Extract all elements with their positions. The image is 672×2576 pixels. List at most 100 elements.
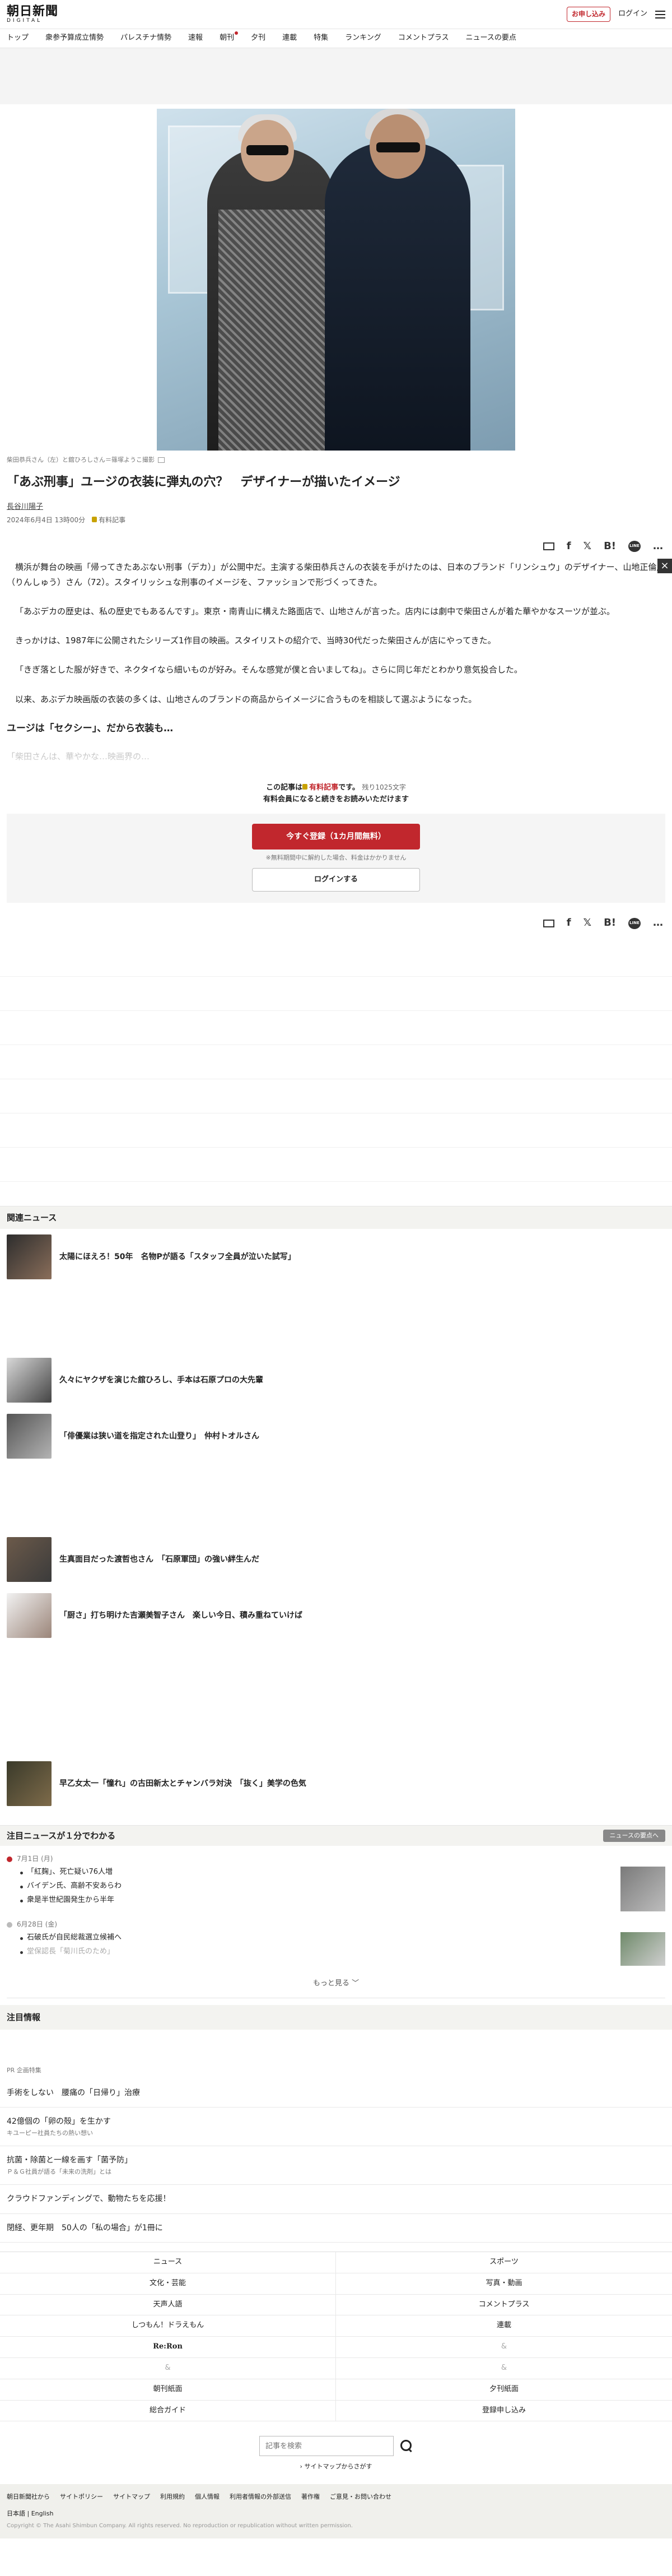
- related-thumbnail: [7, 1414, 52, 1459]
- pr-item[interactable]: クラウドファンディングで、動物たちを応援！: [0, 2185, 672, 2214]
- mail-share-icon[interactable]: [543, 542, 554, 550]
- related-news-item[interactable]: 「俳優業は狭い道を指定された山登り」 仲村トオルさん: [0, 1408, 672, 1464]
- footer-link-morning-paper[interactable]: 朝刊紙面: [0, 2379, 336, 2401]
- footer-link-reron[interactable]: Re:Ron: [0, 2337, 336, 2358]
- facebook-share-icon[interactable]: f: [567, 915, 571, 931]
- lock-icon: [302, 784, 308, 790]
- related-thumbnail: [7, 1234, 52, 1280]
- footer-link[interactable]: しつもん！ドラえもん: [0, 2315, 336, 2337]
- footer-link[interactable]: 連載: [336, 2315, 672, 2337]
- footer-link-and[interactable]: &: [0, 2357, 336, 2379]
- digest-item[interactable]: 堂保認長「菊川氏のため」: [20, 1946, 122, 1958]
- nav-item-breaking[interactable]: 速報: [188, 33, 203, 44]
- footer-link[interactable]: スポーツ: [336, 2252, 672, 2273]
- footer-search: [0, 2421, 672, 2462]
- new-dot-icon: [235, 31, 239, 35]
- register-button[interactable]: 今すぐ登録（1カ月間無料）: [252, 823, 420, 850]
- footer-link[interactable]: 写真・動画: [336, 2273, 672, 2295]
- nav-item-features[interactable]: 特集: [314, 33, 328, 44]
- past-dot-icon: [7, 1921, 12, 1928]
- footer-bottom-link[interactable]: サイトポリシー: [60, 2492, 103, 2502]
- hatena-share-icon[interactable]: B!: [604, 539, 616, 555]
- more-share-icon[interactable]: …: [653, 539, 663, 555]
- footer-bottom-link[interactable]: 個人情報: [195, 2492, 220, 2502]
- mail-share-icon[interactable]: [543, 919, 554, 927]
- footer-link-guide[interactable]: 総合ガイド: [0, 2400, 336, 2422]
- footer-link-evening-paper[interactable]: 夕刊紙面: [336, 2379, 672, 2401]
- footer-link[interactable]: 天声人語: [0, 2294, 336, 2316]
- pr-item[interactable]: 抗菌・除菌と一線を画す「菌予防」 Ｐ＆Ｇ社員が語る「未来の洗剤」とは: [0, 2146, 672, 2185]
- related-news-item[interactable]: 久々にヤクザを演じた舘ひろし、手本は石原プロの大先輩: [0, 1352, 672, 1408]
- nav-item-top[interactable]: トップ: [7, 33, 29, 44]
- nav-item-news-points[interactable]: ニュースの要点: [466, 33, 516, 44]
- related-news-item[interactable]: 「厨さ」打ち明けた吉瀬美智子さん 楽しい今日、積み重ねていけば: [0, 1588, 672, 1644]
- nav-item-evening[interactable]: 夕刊: [251, 33, 265, 44]
- line-share-icon[interactable]: LINE: [628, 917, 641, 929]
- search-input[interactable]: [259, 2436, 394, 2457]
- footer-link-and[interactable]: &: [336, 2358, 672, 2379]
- footer-bottom-link[interactable]: サイトマップ: [113, 2492, 150, 2502]
- article-paragraph: 「あぶデカの歴史は、私の歴史でもあるんです」。東京・南青山に構えた路面店で、山地…: [15, 606, 615, 616]
- paywall-actions: 今すぐ登録（1カ月間無料） ※無料期間中に解約した場合、料金はかかりません ログ…: [7, 813, 665, 903]
- related-news-item[interactable]: 早乙女太一「憧れ」の古田新太とチャンバラ対決 「抜く」美学の色気: [0, 1756, 672, 1812]
- digest-item[interactable]: 石破氏が自民総裁選立候補へ: [20, 1932, 122, 1944]
- digest-item[interactable]: 衆是半世紀園発生から半年: [20, 1895, 122, 1906]
- footer-link-and[interactable]: &: [336, 2337, 672, 2358]
- digest-heading: 注目ニュースが１分でわかる: [7, 1831, 116, 1841]
- login-link[interactable]: ログイン: [618, 8, 647, 20]
- footer-bottom-link[interactable]: 朝日新聞社から: [7, 2492, 50, 2502]
- news-points-button[interactable]: ニュースの要点へ: [603, 1830, 665, 1842]
- site-logo[interactable]: 朝日新聞 DIGITAL: [7, 5, 58, 24]
- author-link[interactable]: 長谷川陽子: [7, 503, 43, 511]
- share-bar-top: f 𝕏 B! LINE …: [7, 539, 665, 555]
- hatena-share-icon[interactable]: B!: [604, 915, 616, 931]
- more-button[interactable]: もっと見る ﹀: [7, 1974, 665, 1999]
- digest-day: 石破氏が自民総裁選立候補へ 堂保認長「菊川氏のため」: [7, 1932, 665, 1966]
- site-header: 朝日新聞 DIGITAL お申し込み ログイン: [0, 0, 672, 29]
- apply-button[interactable]: お申し込み: [566, 6, 610, 22]
- nav-item-ranking[interactable]: ランキング: [345, 33, 381, 44]
- footer-bottom-link[interactable]: 利用者情報の外部送信: [230, 2492, 291, 2502]
- footer-link[interactable]: 文化・芸能: [0, 2273, 336, 2295]
- footer-link-register[interactable]: 登録申し込み: [336, 2401, 672, 2422]
- footer-bottom-link[interactable]: 著作権: [301, 2492, 320, 2502]
- footer-link[interactable]: コメントプラス: [336, 2295, 672, 2316]
- facebook-share-icon[interactable]: f: [567, 539, 571, 555]
- top-ad-slot: [0, 48, 672, 104]
- gallery-icon[interactable]: [158, 457, 165, 463]
- pr-item[interactable]: 42億個の「卵の殻」を生かす キユーピー社員たちの熱い想い: [0, 2108, 672, 2147]
- ad-spacer: [0, 1644, 672, 1756]
- search-icon[interactable]: [400, 2440, 413, 2452]
- footer-bottom-link[interactable]: ご意見・お問い合わせ: [330, 2492, 391, 2502]
- digest-item[interactable]: 「紅麹」、死亡疑い76人増: [20, 1867, 122, 1878]
- digest-thumbnail[interactable]: [620, 1932, 665, 1966]
- footer-nav-grid: ニュース スポーツ 文化・芸能 写真・動画 天声人語 コメントプラス しつもん！…: [0, 2251, 672, 2422]
- nav-item-election[interactable]: 衆参予算成立情勢: [45, 33, 104, 44]
- digest-item[interactable]: バイデン氏、高齢不安あらわ: [20, 1881, 122, 1892]
- x-share-icon[interactable]: 𝕏: [584, 539, 592, 555]
- related-news-item[interactable]: 太陽にほえろ！50年 名物Pが語る「スタッフ全員が泣いた試写」: [0, 1229, 672, 1285]
- more-share-icon[interactable]: …: [653, 915, 663, 931]
- line-share-icon[interactable]: LINE: [628, 540, 641, 552]
- nav-item-morning[interactable]: 朝刊: [220, 31, 239, 44]
- sitemap-link[interactable]: › サイトマップからさがす: [0, 2462, 672, 2484]
- x-share-icon[interactable]: 𝕏: [584, 915, 592, 931]
- hero-photo[interactable]: [157, 109, 515, 451]
- article-paragraph: きっかけは、1987年に公開されたシリーズ1作目の映画。スタイリストの紹介で、当…: [15, 635, 496, 646]
- article-meta: 2024年6月4日 13時00分 有料記事: [7, 515, 665, 526]
- related-news-item[interactable]: 生真面目だった渡哲也さん 「石原軍団」の強い絆生んだ: [0, 1531, 672, 1588]
- digest-heading-bar: 注目ニュースが１分でわかる ニュースの要点へ: [0, 1825, 672, 1846]
- nav-item-comment-plus[interactable]: コメントプラス: [398, 33, 449, 44]
- digest-thumbnail[interactable]: [620, 1867, 665, 1912]
- hamburger-menu-icon[interactable]: [655, 10, 665, 18]
- paywall-login-button[interactable]: ログインする: [252, 868, 420, 892]
- close-icon[interactable]: ×: [657, 559, 672, 573]
- footer-bottom-link[interactable]: 利用規約: [160, 2492, 185, 2502]
- footer-link[interactable]: ニュース: [0, 2252, 336, 2273]
- nav-item-palestine[interactable]: パレスチナ情勢: [120, 33, 171, 44]
- free-trial-note: ※無料期間中に解約した場合、料金はかかりません: [265, 853, 407, 861]
- language-switch[interactable]: 日本語 | English: [7, 2509, 665, 2519]
- pr-item[interactable]: 手術をしない 腰痛の「日帰り」治療: [0, 2079, 672, 2108]
- pr-item[interactable]: 閉経、更年期 50人の「私の場合」が1冊に: [0, 2214, 672, 2243]
- nav-item-series[interactable]: 連載: [282, 33, 297, 44]
